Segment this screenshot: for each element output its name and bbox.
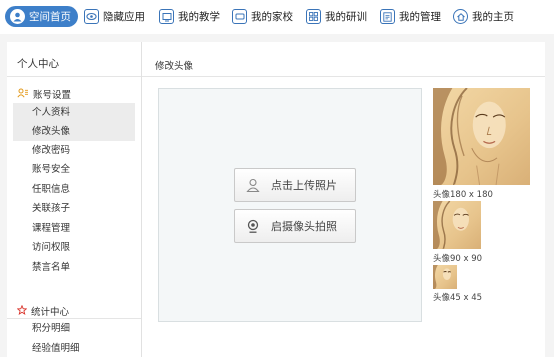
avatar-preview-medium: [433, 201, 481, 249]
webcam-icon: [245, 218, 261, 234]
sidebar-item-courses[interactable]: 课程管理: [13, 219, 135, 238]
avatar-large-label: 头像180 x 180: [433, 190, 493, 200]
list-icon: [380, 9, 395, 24]
nav-home-space[interactable]: 空间首页: [5, 6, 78, 27]
group-label: 账号设置: [33, 90, 72, 101]
avatar-preview-small: [433, 265, 457, 289]
camera-capture-label: 启摄像头拍照: [271, 220, 337, 233]
user-circle-icon: [10, 9, 25, 24]
avatar-preview-large: [433, 88, 530, 185]
page-background: [545, 34, 554, 357]
upload-photo-label: 点击上传照片: [271, 179, 337, 192]
nav-research[interactable]: 我的研训: [306, 6, 367, 27]
nav-hidden-apps[interactable]: 隐藏应用: [84, 6, 145, 27]
nav-label: 我的主页: [472, 11, 514, 23]
nav-my-homepage[interactable]: 我的主页: [453, 6, 514, 27]
page-background: [0, 34, 7, 357]
eye-icon: [84, 9, 99, 24]
nav-label: 我的家校: [251, 11, 293, 23]
camera-capture-button[interactable]: 启摄像头拍照: [234, 209, 356, 243]
account-settings-group[interactable]: 账号设置: [17, 87, 71, 101]
sidebar-item-mute-list[interactable]: 禁言名单: [13, 258, 135, 277]
sidebar-item-experience[interactable]: 经验值明细: [13, 339, 135, 358]
nav-label: 我的管理: [399, 11, 441, 23]
grid-icon: [306, 9, 321, 24]
nav-management[interactable]: 我的管理: [380, 6, 441, 27]
sidebar-item-profile[interactable]: 个人资料: [13, 103, 135, 122]
teach-icon: [159, 9, 174, 24]
page-title: 修改头像: [155, 61, 194, 72]
sidebar-item-access[interactable]: 访问权限: [13, 238, 135, 257]
nav-label: 空间首页: [29, 11, 71, 23]
avatar-small-label: 头像45 x 45: [433, 293, 483, 303]
home-icon: [453, 9, 468, 24]
upload-area: 点击上传照片 启摄像头拍照: [158, 88, 422, 322]
upload-photo-button[interactable]: 点击上传照片: [234, 168, 356, 202]
sidebar: 个人中心 账号设置 个人资料 修改头像 修改密码 账号安全 任职信息 关联孩子 …: [7, 42, 142, 357]
nav-home-school[interactable]: 我的家校: [232, 6, 293, 27]
users-icon: [17, 88, 29, 101]
sidebar-item-security[interactable]: 账号安全: [13, 160, 135, 179]
divider: [7, 76, 141, 77]
star-icon: [16, 304, 28, 318]
main-panel: 修改头像 点击上传照片 启摄像头拍照 头像180 x 180 头像90 x 90…: [142, 42, 545, 357]
top-nav: 空间首页 隐藏应用 我的教学 我的家校 我的研训 我的管理 我的主页: [0, 0, 554, 35]
sidebar-item-password[interactable]: 修改密码: [13, 141, 135, 160]
nav-label: 隐藏应用: [103, 11, 145, 23]
sidebar-item-points[interactable]: 积分明细: [13, 319, 135, 338]
group-label: 统计中心: [31, 307, 70, 318]
nav-my-teaching[interactable]: 我的教学: [159, 6, 220, 27]
stats-center-group[interactable]: 统计中心: [16, 304, 70, 318]
person-icon: [245, 177, 261, 193]
page-background: [0, 34, 554, 42]
divider: [142, 76, 545, 77]
nav-label: 我的教学: [178, 11, 220, 23]
sidebar-title: 个人中心: [17, 58, 59, 70]
screen-icon: [232, 9, 247, 24]
avatar-medium-label: 头像90 x 90: [433, 254, 483, 264]
sidebar-item-position[interactable]: 任职信息: [13, 180, 135, 199]
sidebar-item-children[interactable]: 关联孩子: [13, 199, 135, 218]
nav-label: 我的研训: [325, 11, 367, 23]
sidebar-item-avatar[interactable]: 修改头像: [13, 122, 135, 141]
